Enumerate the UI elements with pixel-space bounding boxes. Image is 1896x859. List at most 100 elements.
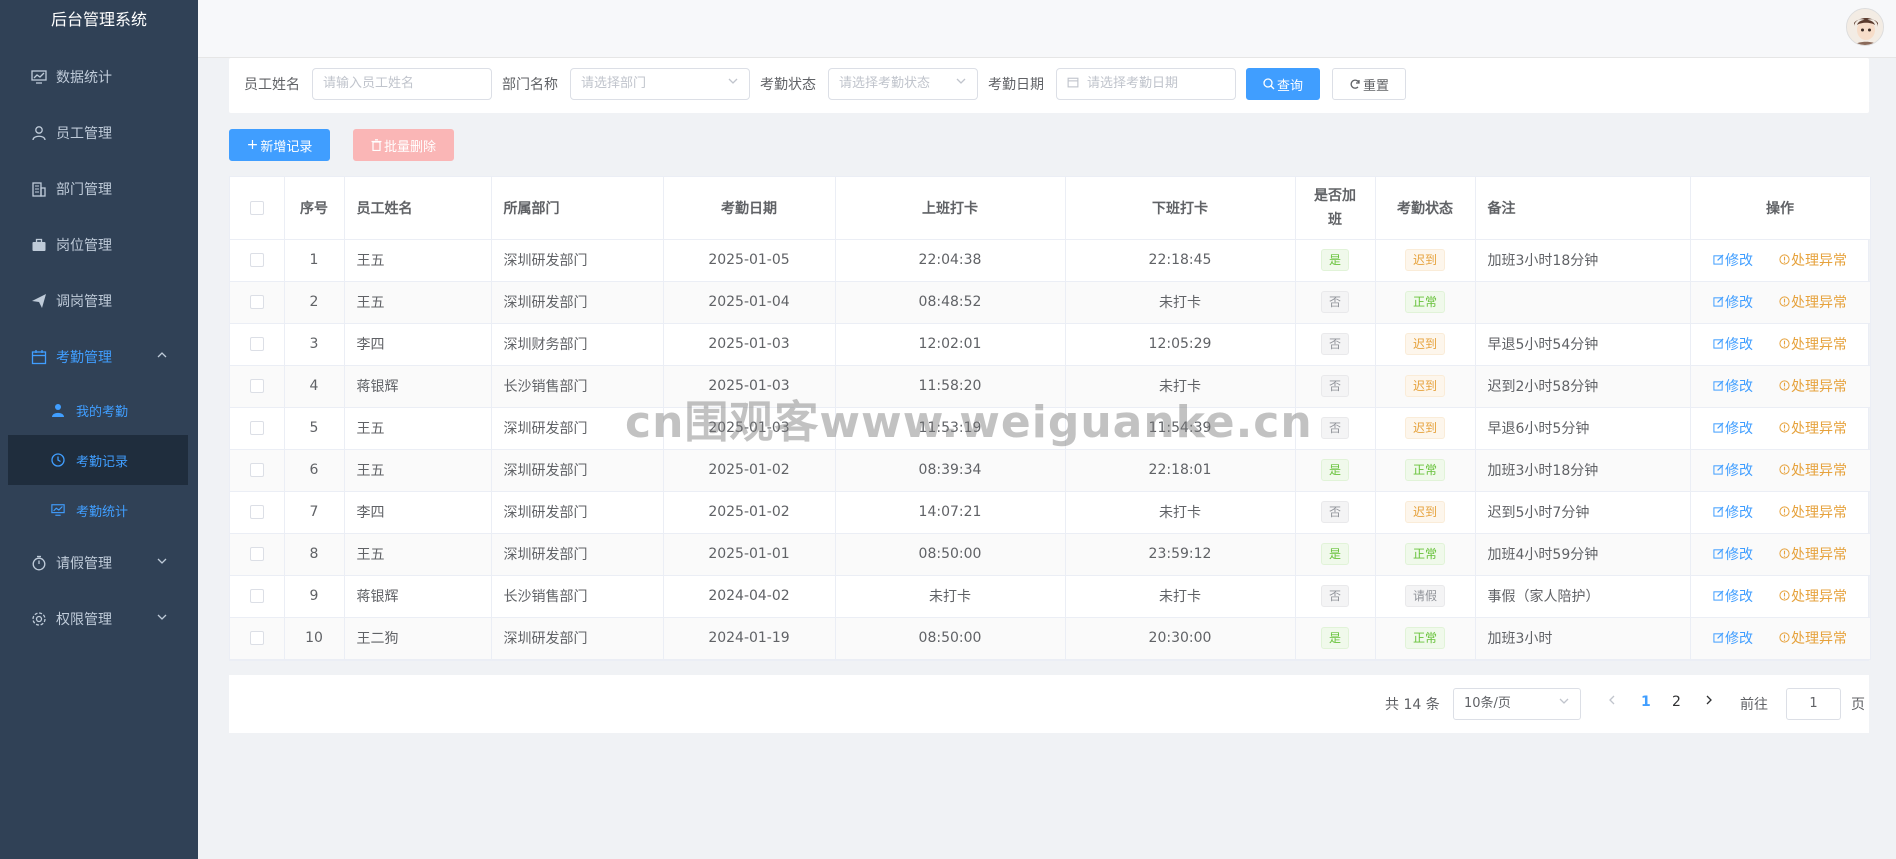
handle-abnormal-label: 处理异常 bbox=[1791, 589, 1847, 605]
handle-abnormal-button[interactable]: 处理异常 bbox=[1779, 421, 1847, 437]
edit-button[interactable]: 修改 bbox=[1713, 379, 1753, 395]
row-select-cell[interactable] bbox=[230, 575, 285, 618]
cell-index: 4 bbox=[284, 365, 345, 408]
edit-button[interactable]: 修改 bbox=[1713, 295, 1753, 311]
cell-status: 正常 bbox=[1375, 449, 1476, 492]
calendar-icon bbox=[1067, 70, 1079, 100]
add-record-button[interactable]: + 新增记录 bbox=[229, 129, 330, 161]
page-size-select[interactable]: 10条/页 bbox=[1453, 688, 1581, 720]
sidebar-subitem-my-attendance[interactable]: 我的考勤 bbox=[0, 385, 198, 435]
edit-button[interactable]: 修改 bbox=[1713, 253, 1753, 269]
sidebar-item-attendance[interactable]: 考勤管理 bbox=[0, 329, 198, 385]
select-all-cell[interactable] bbox=[230, 177, 285, 240]
handle-abnormal-button[interactable]: 处理异常 bbox=[1779, 337, 1847, 353]
edit-button[interactable]: 修改 bbox=[1713, 505, 1753, 521]
status-select[interactable]: 请选择考勤状态 bbox=[828, 68, 978, 100]
search-icon bbox=[1263, 78, 1275, 90]
row-select-cell[interactable] bbox=[230, 239, 285, 282]
goto-page-input[interactable]: 1 bbox=[1786, 688, 1841, 720]
edit-button[interactable]: 修改 bbox=[1713, 463, 1753, 479]
row-select-cell[interactable] bbox=[230, 407, 285, 450]
row-select-cell[interactable] bbox=[230, 281, 285, 324]
row-select-cell[interactable] bbox=[230, 533, 285, 576]
app-title: 后台管理系统 bbox=[50, 10, 147, 29]
row-select-cell[interactable] bbox=[230, 449, 285, 492]
department-select[interactable]: 请选择部门 bbox=[570, 68, 750, 100]
chevron-down-icon bbox=[156, 555, 168, 571]
row-checkbox[interactable] bbox=[249, 379, 264, 393]
row-select-cell[interactable] bbox=[230, 617, 285, 660]
sidebar-item-departments[interactable]: 部门管理 bbox=[0, 161, 198, 217]
edit-button[interactable]: 修改 bbox=[1713, 631, 1753, 647]
cell-remark: 早退5小时54分钟 bbox=[1475, 323, 1691, 366]
handle-abnormal-button[interactable]: 处理异常 bbox=[1779, 505, 1847, 521]
table-row: 3 李四 深圳财务部门 2025-01-03 12:02:01 12:05:29 否 迟到 早退… bbox=[230, 323, 1871, 366]
edit-button[interactable]: 修改 bbox=[1713, 421, 1753, 437]
date-picker[interactable]: 请选择考勤日期 bbox=[1056, 68, 1236, 100]
row-checkbox[interactable] bbox=[249, 295, 264, 309]
cell-index: 3 bbox=[284, 323, 345, 366]
cell-date: 2025-01-03 bbox=[663, 407, 836, 450]
row-checkbox[interactable] bbox=[249, 463, 264, 477]
chevron-down-icon bbox=[156, 611, 168, 627]
row-checkbox[interactable] bbox=[249, 631, 264, 645]
cell-checkin: 08:50:00 bbox=[835, 617, 1066, 660]
sidebar-item-data-stats[interactable]: 数据统计 bbox=[0, 49, 198, 105]
handle-abnormal-button[interactable]: 处理异常 bbox=[1779, 547, 1847, 563]
refresh-icon bbox=[1349, 78, 1361, 90]
cell-date: 2025-01-01 bbox=[663, 533, 836, 576]
reset-button[interactable]: 重置 bbox=[1332, 68, 1406, 100]
page-1-button[interactable]: 1 bbox=[1641, 694, 1651, 710]
overtime-tag: 是 bbox=[1320, 627, 1349, 649]
cell-index: 9 bbox=[284, 575, 345, 618]
cell-checkin: 12:02:01 bbox=[835, 323, 1066, 366]
row-select-cell[interactable] bbox=[230, 491, 285, 534]
sidebar-item-positions[interactable]: 岗位管理 bbox=[0, 217, 198, 273]
row-checkbox[interactable] bbox=[249, 253, 264, 267]
edit-button[interactable]: 修改 bbox=[1713, 337, 1753, 353]
handle-abnormal-button[interactable]: 处理异常 bbox=[1779, 253, 1847, 269]
handle-abnormal-button[interactable]: 处理异常 bbox=[1779, 379, 1847, 395]
row-checkbox[interactable] bbox=[249, 421, 264, 435]
cell-status: 迟到 bbox=[1375, 491, 1476, 534]
row-checkbox[interactable] bbox=[249, 505, 264, 519]
row-checkbox[interactable] bbox=[249, 547, 264, 561]
cell-dept: 深圳研发部门 bbox=[491, 533, 664, 576]
department-label: 部门名称 bbox=[502, 77, 558, 93]
sidebar-subitem-attendance-records[interactable]: 考勤记录 bbox=[8, 435, 188, 485]
sidebar-item-leave[interactable]: 请假管理 bbox=[0, 535, 198, 591]
cell-checkout: 未打卡 bbox=[1065, 281, 1296, 324]
handle-abnormal-button[interactable]: 处理异常 bbox=[1779, 295, 1847, 311]
row-checkbox[interactable] bbox=[249, 337, 264, 351]
overtime-tag: 否 bbox=[1320, 585, 1349, 607]
edit-button[interactable]: 修改 bbox=[1713, 547, 1753, 563]
add-record-label: 新增记录 bbox=[260, 139, 313, 155]
cell-name: 王二狗 bbox=[344, 617, 492, 660]
sidebar-item-employees[interactable]: 员工管理 bbox=[0, 105, 198, 161]
row-checkbox[interactable] bbox=[249, 589, 264, 603]
warning-icon bbox=[1779, 506, 1790, 517]
handle-abnormal-button[interactable]: 处理异常 bbox=[1779, 631, 1847, 647]
cell-overtime: 是 bbox=[1295, 617, 1376, 660]
page-2-button[interactable]: 2 bbox=[1672, 694, 1681, 710]
batch-delete-button[interactable]: 批量删除 bbox=[353, 129, 454, 161]
cell-status: 迟到 bbox=[1375, 239, 1476, 282]
edit-label: 修改 bbox=[1725, 589, 1753, 605]
next-page-button[interactable] bbox=[1704, 694, 1714, 710]
row-select-cell[interactable] bbox=[230, 323, 285, 366]
avatar[interactable] bbox=[1846, 8, 1884, 46]
sidebar-item-permissions[interactable]: 权限管理 bbox=[0, 591, 198, 647]
employee-name-input[interactable]: 请输入员工姓名 bbox=[312, 68, 492, 100]
query-button[interactable]: 查询 bbox=[1246, 68, 1320, 100]
sidebar-subitem-attendance-stats[interactable]: 考勤统计 bbox=[0, 485, 198, 535]
handle-abnormal-button[interactable]: 处理异常 bbox=[1779, 589, 1847, 605]
overtime-tag: 是 bbox=[1320, 459, 1349, 481]
select-all-checkbox[interactable] bbox=[249, 200, 264, 215]
handle-abnormal-button[interactable]: 处理异常 bbox=[1779, 463, 1847, 479]
col-remark: 备注 bbox=[1475, 177, 1691, 240]
overtime-tag: 是 bbox=[1320, 543, 1349, 565]
prev-page-button[interactable] bbox=[1607, 694, 1617, 710]
edit-button[interactable]: 修改 bbox=[1713, 589, 1753, 605]
sidebar-item-transfers[interactable]: 调岗管理 bbox=[0, 273, 198, 329]
row-select-cell[interactable] bbox=[230, 365, 285, 408]
